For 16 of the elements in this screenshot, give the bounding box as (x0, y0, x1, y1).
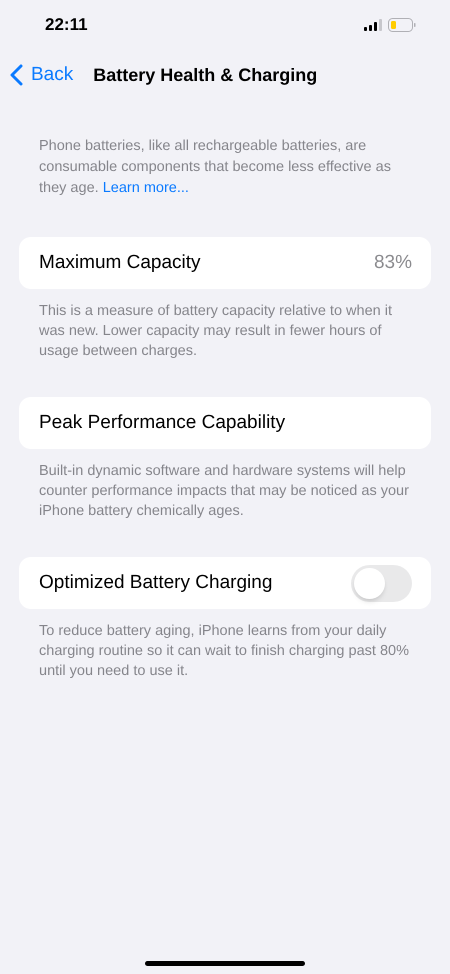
back-chevron-icon (10, 64, 23, 86)
learn-more-link[interactable]: Learn more... (102, 180, 189, 196)
row-value: 83% (374, 250, 412, 275)
footer-note: Built-in dynamic software and hardware systems will help counter performance impacts that may be noticed as your iPhone battery chemically ages. (39, 462, 410, 521)
signal-icon (364, 19, 382, 31)
row-label: Peak Performance Capability (39, 410, 286, 435)
row-label: Maximum Capacity (39, 250, 201, 275)
status-time: 22:11 (45, 14, 88, 36)
footer-note: This is a measure of battery capacity relative to when it was new. Lower capacity may result in fewer hours of usage between charges. (39, 302, 393, 361)
page-title: Battery Health & Charging (93, 64, 318, 87)
row-label: Optimized Battery Charging (39, 570, 272, 595)
intro-text: Phone batteries, like all rechargeable batteries, are consumable components that become less effective as they age. Learn more... (39, 137, 392, 198)
battery-icon (388, 18, 416, 32)
back-button[interactable]: Back (10, 60, 74, 90)
toggle-switch[interactable] (351, 564, 412, 602)
footer-note: To reduce battery aging, iPhone learns from your daily charging routine so it can wait to finish charging past 80% until you need to use it. (39, 622, 410, 681)
